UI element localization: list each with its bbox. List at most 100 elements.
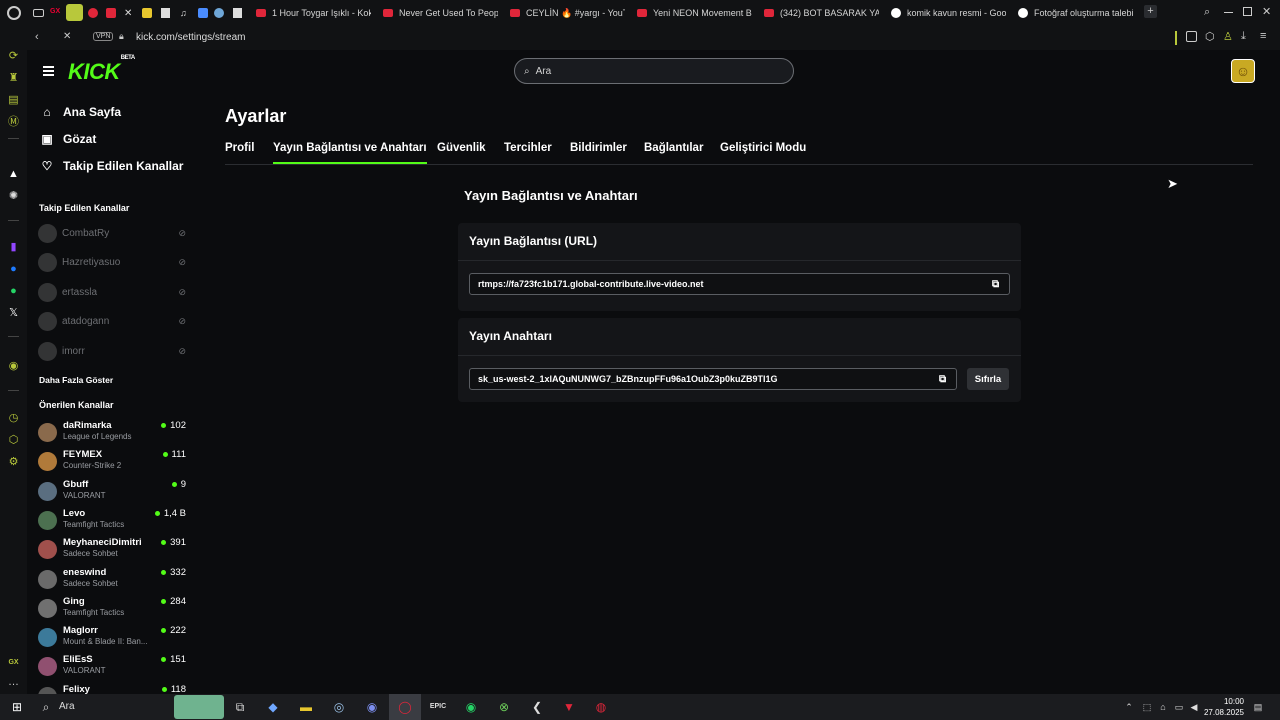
- file-explorer-icon[interactable]: ▬: [297, 698, 315, 716]
- tab-stream-key[interactable]: Yayın Bağlantısı ve Anahtarı: [273, 142, 427, 164]
- tab-security[interactable]: Güvenlik: [437, 142, 486, 154]
- whatsapp-icon[interactable]: ●: [7, 285, 20, 298]
- xbox-icon[interactable]: ⊗: [495, 698, 513, 716]
- gx-icon[interactable]: GX: [50, 8, 60, 15]
- app-icon[interactable]: ❮: [528, 698, 546, 716]
- messenger-icon[interactable]: ●: [7, 263, 20, 276]
- close-icon[interactable]: ✕: [1262, 5, 1271, 18]
- browser-tab[interactable]: CEYLİN 🔥 #yargı - YouTube: [504, 0, 631, 26]
- account-icon[interactable]: ♙: [1223, 30, 1233, 43]
- browser-tab[interactable]: Yeni NEON Movement BU: [631, 0, 758, 26]
- ai-icon[interactable]: ▲: [7, 168, 20, 181]
- tab-notifications[interactable]: Bildirimler: [570, 142, 627, 154]
- speed-dial-icon[interactable]: ⟳: [7, 50, 20, 63]
- search-icon[interactable]: ⌕: [37, 698, 55, 716]
- stream-url-field[interactable]: rtmps://fa723fc1b171.global-contribute.l…: [469, 273, 1010, 295]
- snapshot-icon[interactable]: [1186, 31, 1197, 42]
- taskbar-search-label[interactable]: Ara: [59, 701, 75, 712]
- history-icon[interactable]: ◷: [7, 412, 20, 425]
- pinned-tab-icon[interactable]: [106, 8, 116, 18]
- menu-icon[interactable]: [43, 66, 54, 76]
- new-tab-button[interactable]: +: [1144, 5, 1157, 18]
- nav-browse[interactable]: ▣ Gözat: [40, 132, 96, 146]
- restore-icon[interactable]: [1243, 7, 1252, 16]
- chatgpt-icon[interactable]: ✺: [7, 190, 20, 203]
- extensions-bar-icon[interactable]: ⬡: [1205, 30, 1215, 43]
- followed-channel-item[interactable]: atadogann ⊘: [38, 312, 186, 332]
- followed-channel-item[interactable]: ertassla ⊘: [38, 282, 186, 302]
- recommended-channel-item[interactable]: EliEsS VALORANT 151: [38, 654, 186, 680]
- pinned-tab-icon[interactable]: [142, 8, 152, 18]
- steam-icon[interactable]: ◎: [330, 698, 348, 716]
- more-icon[interactable]: …: [7, 676, 20, 689]
- pinned-tab-icon[interactable]: [214, 8, 224, 18]
- reset-key-button[interactable]: Sıfırla: [967, 368, 1009, 390]
- app-icon[interactable]: ▼: [560, 698, 578, 716]
- reload-icon[interactable]: ✕: [63, 31, 71, 42]
- epic-games-icon[interactable]: EPIC: [429, 698, 447, 716]
- followed-channel-item[interactable]: imorr ⊘: [38, 341, 186, 361]
- browser-tab[interactable]: komik kavun resmi - Goo: [885, 0, 1012, 26]
- pinned-tab-icon[interactable]: [198, 8, 208, 18]
- widget-image[interactable]: [174, 695, 224, 719]
- tab-connections[interactable]: Bağlantılar: [644, 142, 703, 154]
- recommended-channel-item[interactable]: FEYMEX Counter-Strike 2 111: [38, 449, 186, 475]
- download-icon[interactable]: ⤓: [1241, 30, 1246, 43]
- pinned-tab-icon[interactable]: [233, 8, 242, 18]
- x-icon[interactable]: 𝕏: [7, 307, 20, 320]
- copy-icon[interactable]: ⧉: [939, 374, 946, 385]
- browser-tab[interactable]: (342) BOT BASARAK YAY: [758, 0, 885, 26]
- notification-icon[interactable]: ▤: [1249, 698, 1267, 716]
- start-icon[interactable]: ⊞: [8, 698, 26, 716]
- recommended-channel-item[interactable]: Ging Teamfight Tactics 284: [38, 596, 186, 622]
- settings-icon[interactable]: ⚙: [7, 456, 20, 469]
- copy-icon[interactable]: ⧉: [992, 279, 999, 290]
- extensions-icon[interactable]: ⬡: [7, 434, 20, 447]
- copilot-icon[interactable]: ◆: [264, 698, 282, 716]
- pinned-tab-icon[interactable]: ♫: [180, 8, 187, 18]
- nav-home[interactable]: ⌂ Ana Sayfa: [40, 105, 121, 119]
- recommended-channel-item[interactable]: Maglorr Mount & Blade II: Ban... 222: [38, 625, 186, 651]
- minimize-icon[interactable]: [1224, 12, 1233, 13]
- discord-icon[interactable]: ◉: [363, 698, 381, 716]
- recommended-channel-item[interactable]: Gbuff VALORANT 9: [38, 479, 186, 505]
- pinned-tab-icon[interactable]: [88, 8, 98, 18]
- pinned-tab-icon[interactable]: [66, 4, 83, 21]
- player-icon[interactable]: ◉: [7, 360, 20, 373]
- kick-logo[interactable]: KICKBETA: [68, 55, 135, 85]
- recommended-channel-item[interactable]: Levo Teamfight Tactics 1,4 B: [38, 508, 186, 534]
- twitch-icon[interactable]: ▮: [7, 241, 20, 254]
- workspace-icon[interactable]: [33, 9, 44, 17]
- pinned-tab-icon[interactable]: ✕: [124, 8, 132, 19]
- tab-profile[interactable]: Profil: [225, 142, 254, 154]
- recommended-channel-item[interactable]: eneswind Sadece Sohbet 332: [38, 567, 186, 593]
- gx-logo-icon[interactable]: GX: [7, 656, 20, 669]
- chevron-up-icon[interactable]: ⌃: [1120, 698, 1138, 716]
- volume-icon[interactable]: ◀: [1185, 698, 1203, 716]
- browser-tab[interactable]: Never Get Used To People: [377, 0, 504, 26]
- url-text[interactable]: kick.com/settings/stream: [136, 32, 245, 43]
- browser-tab[interactable]: Fotoğraf oluşturma talebi: [1012, 0, 1139, 26]
- search-tabs-icon[interactable]: ⌕: [1204, 6, 1210, 19]
- followed-channel-item[interactable]: CombatRy ⊘: [38, 223, 186, 243]
- user-avatar[interactable]: ☺: [1231, 59, 1255, 83]
- stream-key-field[interactable]: sk_us-west-2_1xlAQuNUNWG7_bZBnzupFFu96a1…: [469, 368, 957, 390]
- recommended-channel-item[interactable]: daRimarka League of Legends 102: [38, 420, 186, 446]
- gx-corner-icon[interactable]: ▤: [7, 94, 20, 107]
- show-more-link[interactable]: Daha Fazla Göster: [39, 375, 113, 385]
- back-icon[interactable]: ‹: [35, 31, 39, 43]
- gx-cleaner-icon[interactable]: Ⓜ: [7, 116, 20, 129]
- app-icon[interactable]: ◍: [592, 698, 610, 716]
- task-view-icon[interactable]: ⧉: [231, 698, 249, 716]
- tab-developer-mode[interactable]: Geliştirici Modu: [720, 142, 806, 154]
- pinned-tab-icon[interactable]: [161, 8, 170, 18]
- whatsapp-icon[interactable]: ◉: [462, 698, 480, 716]
- opera-gx-menu-icon[interactable]: [7, 6, 21, 20]
- easy-setup-icon[interactable]: ≡: [1260, 30, 1266, 42]
- followed-channel-item[interactable]: Hazretiyasuo ⊘: [38, 253, 186, 273]
- vpn-badge[interactable]: VPN: [93, 32, 114, 41]
- search-input[interactable]: ⌕ Ara: [514, 58, 794, 84]
- nav-following[interactable]: ♡ Takip Edilen Kanallar: [40, 159, 184, 173]
- gx-control-icon[interactable]: ♜: [7, 72, 20, 85]
- browser-tab[interactable]: 1 Hour Toygar Işıklı - Koku: [250, 0, 377, 26]
